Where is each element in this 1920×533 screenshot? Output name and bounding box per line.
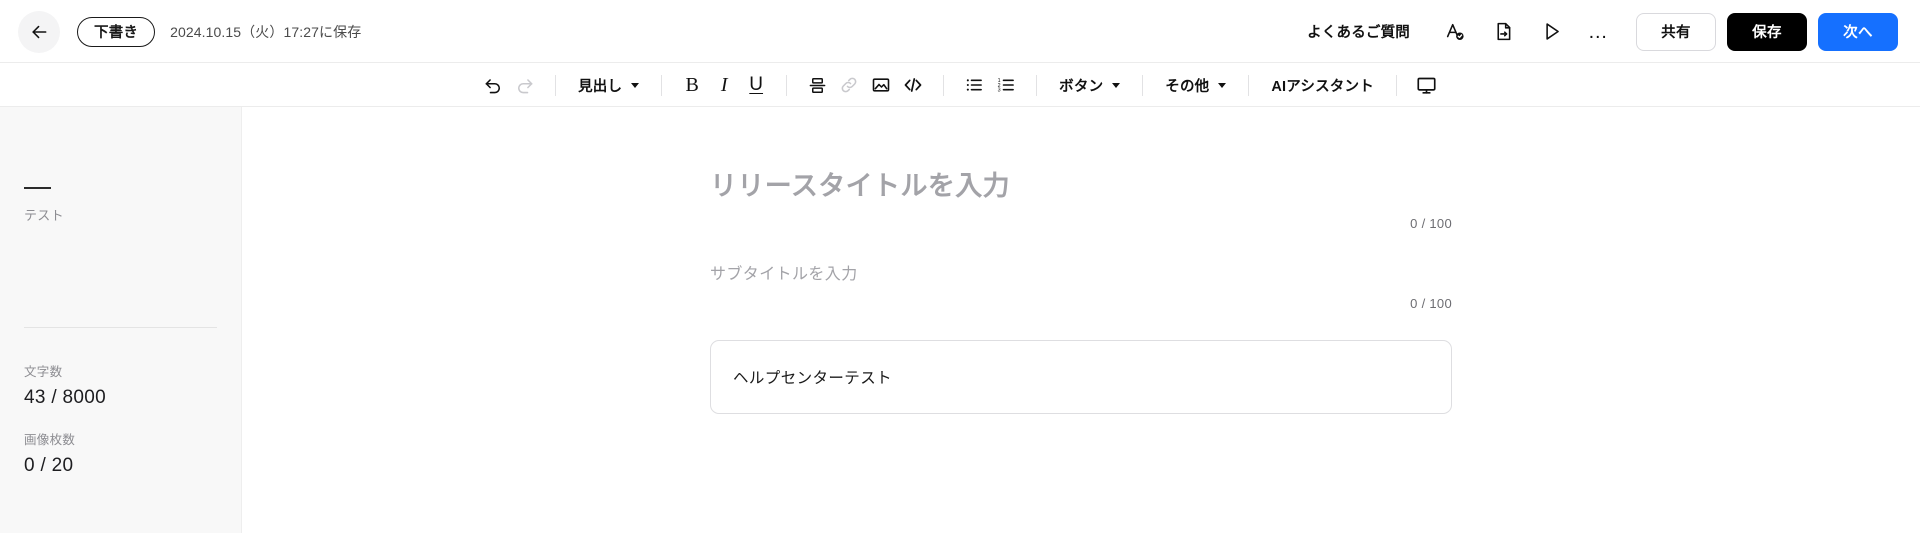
back-button[interactable] [18,10,60,53]
toolbar-separator [555,74,557,96]
link-icon [839,75,859,95]
sidebar-divider [24,327,217,328]
title-input[interactable]: リリースタイトルを入力 [710,169,1452,204]
share-button[interactable]: 共有 [1636,12,1716,51]
toolbar-separator [1248,74,1250,96]
undo-button[interactable] [477,69,509,101]
bullet-list-button[interactable] [958,69,990,101]
faq-link[interactable]: よくあるご質問 [1307,21,1410,42]
numbered-list-icon: 1 2 3 [996,75,1016,95]
chevron-down-icon [631,82,640,88]
next-button[interactable]: 次へ [1818,12,1898,51]
app-header: 下書き 2024.10.15（火）17:27に保存 よくあるご質問 … 共有 保… [0,0,1920,63]
spellcheck-icon [1444,21,1466,43]
horizontal-rule-button[interactable] [801,69,833,101]
stat-value: 0 / 20 [24,455,74,476]
spellcheck-button[interactable] [1436,13,1474,51]
stat-character-count: 文字数 43 / 8000 [24,361,241,409]
stat-label: 文字数 [24,365,63,379]
undo-icon [483,75,503,95]
preview-play-button[interactable] [1532,13,1570,51]
image-icon [871,75,891,95]
other-dropdown[interactable]: その他 [1157,69,1234,101]
link-button[interactable] [833,69,865,101]
code-button[interactable] [897,69,929,101]
chevron-down-icon [1112,82,1121,88]
export-document-button[interactable] [1484,13,1522,51]
sidebar-dash-marker [24,187,51,189]
heading-label: 見出し [578,78,623,95]
save-button[interactable]: 保存 [1727,12,1807,51]
toolbar-separator [661,74,663,96]
toolbar-separator [786,74,788,96]
other-dropdown-label: その他 [1165,78,1210,95]
redo-icon [515,75,535,95]
toolbar-separator [1142,74,1144,96]
subtitle-input[interactable]: サブタイトルを入力 [710,260,1452,284]
editor-toolbar: 見出し B I U 1 2 3 ボタン その他 AIアシスタント [0,63,1920,107]
numbered-list-button[interactable]: 1 2 3 [990,69,1022,101]
document-wrapper: リリースタイトルを入力 0 / 100 サブタイトルを入力 0 / 100 ヘル… [710,107,1452,415]
stat-label: 画像枚数 [24,433,76,447]
bullet-list-icon [964,75,984,95]
subtitle-char-counter: 0 / 100 [1410,296,1452,312]
stat-image-count: 画像枚数 0 / 20 [24,429,241,477]
toolbar-separator [1036,74,1038,96]
monitor-icon [1416,75,1437,96]
editor-canvas: リリースタイトルを入力 0 / 100 サブタイトルを入力 0 / 100 ヘル… [242,107,1920,533]
play-icon [1541,21,1562,42]
left-sidebar: テスト 文字数 43 / 8000 画像枚数 0 / 20 [0,107,242,533]
toolbar-separator [943,74,945,96]
title-char-counter: 0 / 100 [1410,216,1452,232]
button-dropdown[interactable]: ボタン [1051,69,1128,101]
bold-button[interactable]: B [676,69,708,101]
desktop-preview-button[interactable] [1411,69,1443,101]
ellipsis-icon: … [1587,20,1611,43]
toolbar-separator [1395,74,1397,96]
app-body: テスト 文字数 43 / 8000 画像枚数 0 / 20 リリースタイトルを入… [0,107,1920,533]
button-dropdown-label: ボタン [1059,78,1104,95]
document-export-icon [1493,21,1514,42]
stat-value: 43 / 8000 [24,387,106,408]
chevron-down-icon [1218,82,1227,88]
code-icon [902,74,924,96]
saved-timestamp: 2024.10.15（火）17:27に保存 [170,23,362,40]
body-content-editor[interactable]: ヘルプセンターテスト [710,340,1452,415]
image-button[interactable] [865,69,897,101]
arrow-left-icon [29,22,49,42]
italic-button[interactable]: I [708,69,740,101]
svg-text:3: 3 [998,88,1001,94]
redo-button[interactable] [509,69,541,101]
sidebar-document-name[interactable]: テスト [24,205,241,224]
ai-assistant-button[interactable]: AIアシスタント [1263,69,1382,101]
horizontal-rule-icon [808,76,827,95]
heading-dropdown[interactable]: 見出し [570,69,647,101]
more-options-button[interactable]: … [1580,13,1618,51]
app-root: 下書き 2024.10.15（火）17:27に保存 よくあるご質問 … 共有 保… [0,0,1920,533]
status-badge[interactable]: 下書き [77,16,156,47]
underline-button[interactable]: U [740,69,772,101]
